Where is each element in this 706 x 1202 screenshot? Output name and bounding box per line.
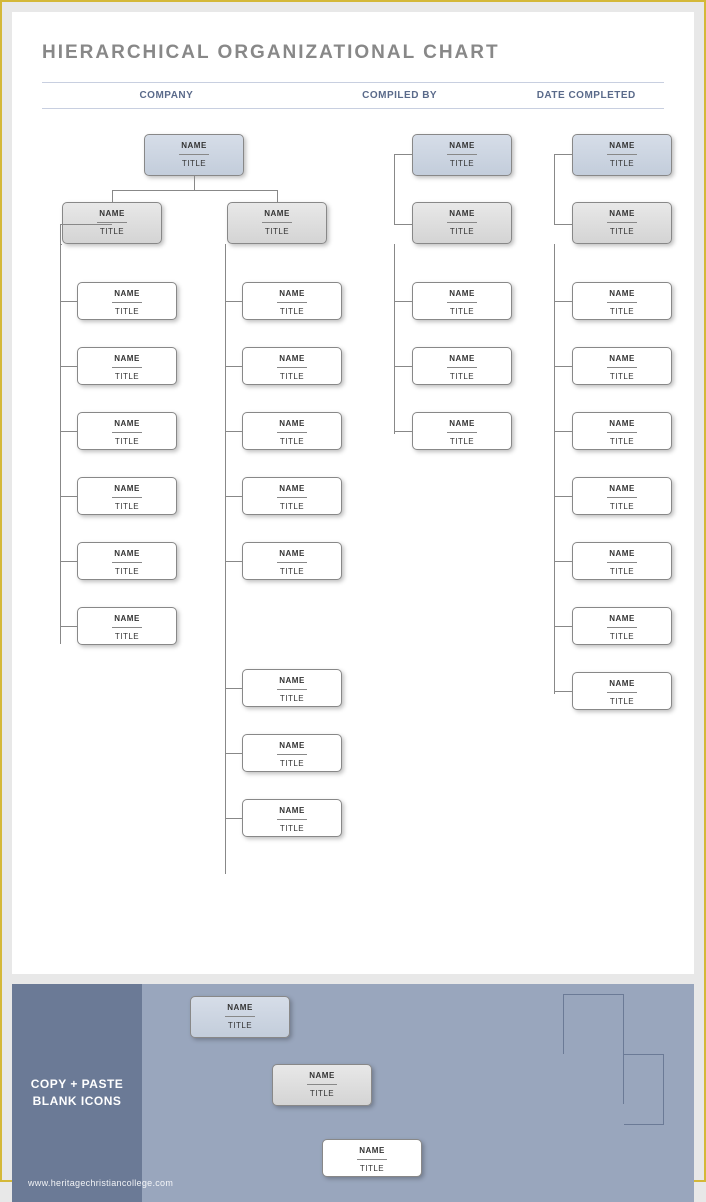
- watermark: www.heritagechristiancollege.com: [28, 1178, 173, 1188]
- colC-leaf[interactable]: NAMETITLE: [572, 672, 672, 710]
- colA-top[interactable]: NAME TITLE: [144, 134, 244, 176]
- name-label: NAME: [145, 135, 243, 150]
- colA-right-leaf[interactable]: NAMETITLE: [242, 734, 342, 772]
- header-row: COMPANY COMPILED BY DATE COMPLETED: [42, 82, 664, 109]
- colA-left-leaf[interactable]: NAMETITLE: [77, 607, 177, 645]
- colA-left-leaf[interactable]: NAMETITLE: [77, 412, 177, 450]
- colB-leaf[interactable]: NAMETITLE: [412, 347, 512, 385]
- blank-icons-title: COPY + PASTE BLANK ICONS: [31, 1076, 124, 1110]
- colC-mid[interactable]: NAME TITLE: [572, 202, 672, 244]
- colC-leaf[interactable]: NAMETITLE: [572, 542, 672, 580]
- colA-right-leaf[interactable]: NAMETITLE: [242, 477, 342, 515]
- colA-right-leaf[interactable]: NAMETITLE: [242, 669, 342, 707]
- colA-left-leaf[interactable]: NAMETITLE: [77, 282, 177, 320]
- title-label: TITLE: [145, 159, 243, 174]
- colC-leaf[interactable]: NAMETITLE: [572, 412, 672, 450]
- colC-leaf[interactable]: NAMETITLE: [572, 347, 672, 385]
- blank-leaf-box[interactable]: NAME TITLE: [322, 1139, 422, 1177]
- blank-icons-label-panel: COPY + PASTE BLANK ICONS: [12, 984, 142, 1202]
- colB-leaf[interactable]: NAMETITLE: [412, 282, 512, 320]
- colA-right-leaf[interactable]: NAMETITLE: [242, 799, 342, 837]
- page-title: HIERARCHICAL ORGANIZATIONAL CHART: [42, 42, 664, 64]
- colA-left-leaf[interactable]: NAMETITLE: [77, 477, 177, 515]
- colA-right-leaf[interactable]: NAMETITLE: [242, 542, 342, 580]
- blank-icons-section: COPY + PASTE BLANK ICONS NAME TITLE NAME…: [12, 984, 694, 1202]
- colC-top[interactable]: NAME TITLE: [572, 134, 672, 176]
- colB-top[interactable]: NAME TITLE: [412, 134, 512, 176]
- colC-leaf[interactable]: NAMETITLE: [572, 607, 672, 645]
- header-compiled: COMPILED BY: [291, 90, 509, 101]
- colA-right-leaf[interactable]: NAMETITLE: [242, 347, 342, 385]
- colA-mid-2[interactable]: NAME TITLE: [227, 202, 327, 244]
- colA-left-leaf[interactable]: NAMETITLE: [77, 542, 177, 580]
- header-date: DATE COMPLETED: [508, 90, 664, 101]
- colC-leaf[interactable]: NAMETITLE: [572, 477, 672, 515]
- header-company: COMPANY: [42, 90, 291, 101]
- colA-right-leaf[interactable]: NAMETITLE: [242, 412, 342, 450]
- blank-icons-canvas: NAME TITLE NAME TITLE NAME TITLE: [142, 984, 694, 1202]
- chart-page: HIERARCHICAL ORGANIZATIONAL CHART COMPAN…: [12, 12, 694, 974]
- colA-left-leaf[interactable]: NAMETITLE: [77, 347, 177, 385]
- blank-top-box[interactable]: NAME TITLE: [190, 996, 290, 1038]
- colA-right-leaf[interactable]: NAMETITLE: [242, 282, 342, 320]
- colB-mid[interactable]: NAME TITLE: [412, 202, 512, 244]
- colB-leaf[interactable]: NAMETITLE: [412, 412, 512, 450]
- blank-mid-box[interactable]: NAME TITLE: [272, 1064, 372, 1106]
- chart-area: NAME TITLE NAME TITLE NAME TITLE NAMETIT…: [42, 134, 664, 954]
- colC-leaf[interactable]: NAMETITLE: [572, 282, 672, 320]
- colA-mid-1[interactable]: NAME TITLE: [62, 202, 162, 244]
